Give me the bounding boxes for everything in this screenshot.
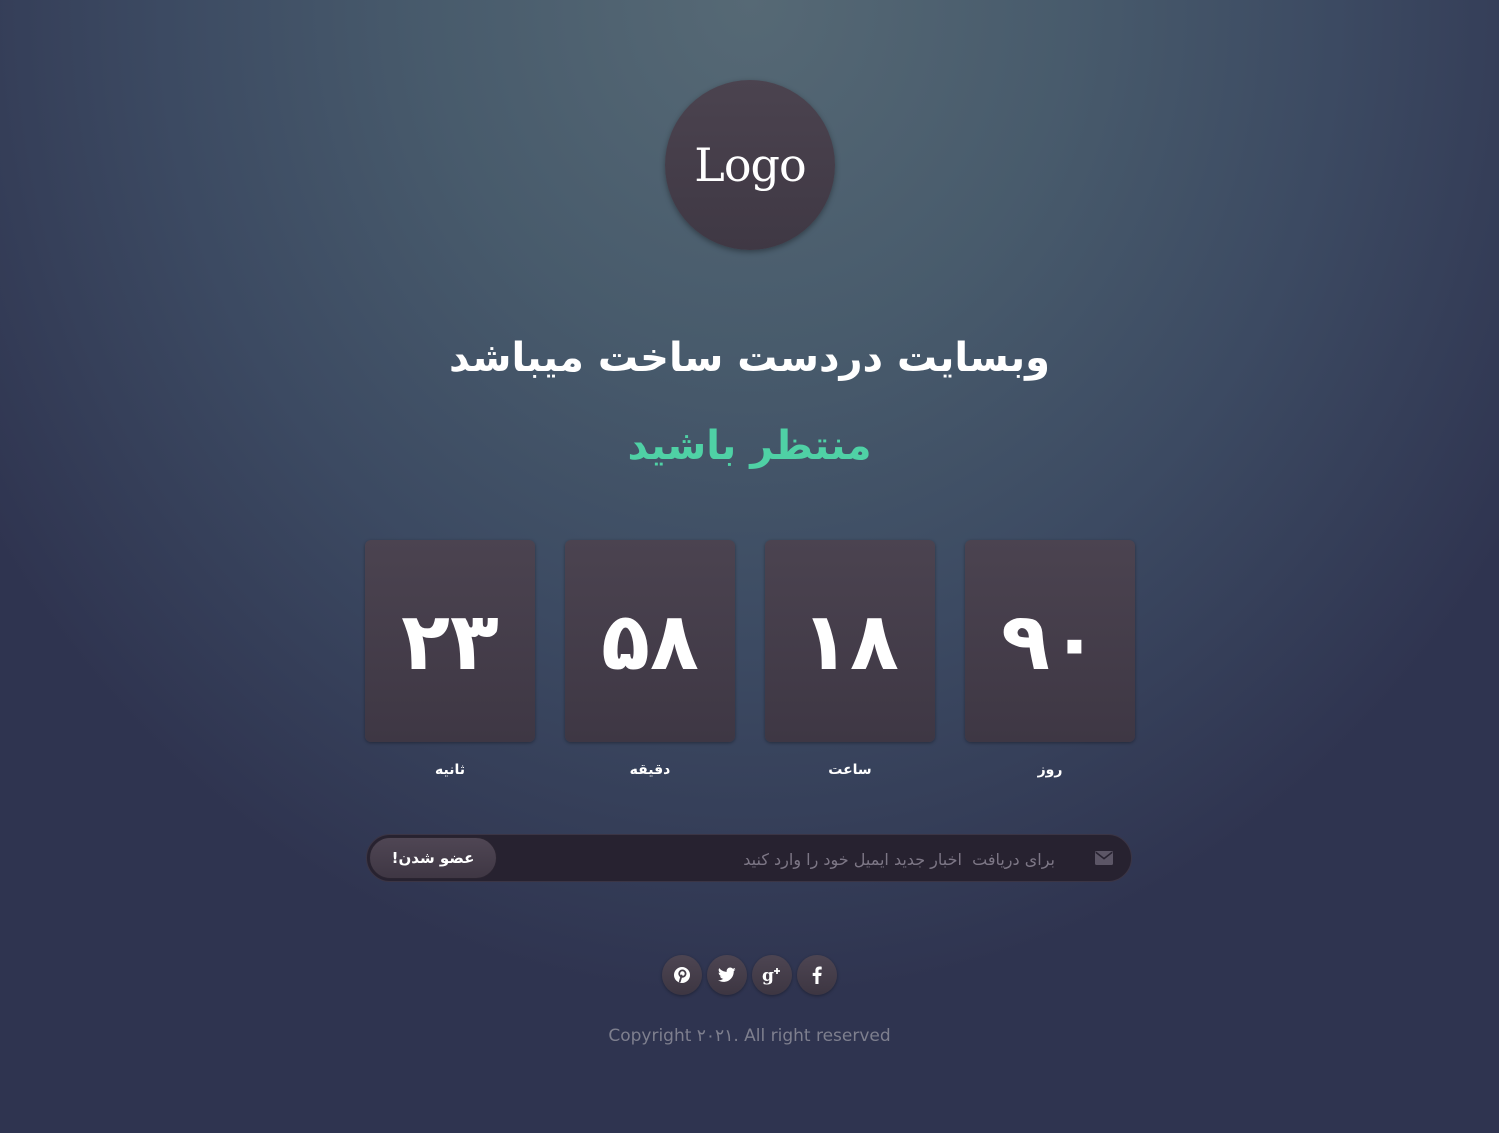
countdown-days-value: ۹۰ bbox=[1001, 594, 1099, 688]
countdown-seconds-tile: ۲۳ bbox=[365, 540, 535, 742]
email-input[interactable] bbox=[517, 843, 1057, 875]
countdown-hours-value: ۱۸ bbox=[801, 594, 899, 688]
logo: Logo bbox=[665, 80, 835, 250]
twitter-button[interactable] bbox=[707, 955, 747, 995]
pinterest-button[interactable] bbox=[662, 955, 702, 995]
countdown-seconds-label: ثانیه bbox=[435, 762, 465, 778]
svg-text:g: g bbox=[762, 966, 774, 985]
google-plus-button[interactable]: g bbox=[752, 955, 792, 995]
countdown-minutes-value: ۵۸ bbox=[601, 594, 699, 688]
subscribe-form: عضو شدن! bbox=[366, 834, 1132, 882]
copyright-text: Copyright ۲۰۲۱. All right reserved bbox=[608, 1026, 891, 1046]
countdown-minutes-label: دقیقه bbox=[629, 762, 671, 778]
countdown-seconds-value: ۲۳ bbox=[401, 594, 499, 688]
envelope-icon bbox=[1095, 851, 1113, 865]
twitter-icon bbox=[718, 967, 736, 982]
logo-text: Logo bbox=[694, 138, 806, 192]
countdown-days-label: روز bbox=[1037, 762, 1063, 778]
countdown-hours-tile: ۱۸ bbox=[765, 540, 935, 742]
page-title: وبسایت دردست ساخت میباشد bbox=[449, 335, 1050, 381]
countdown-hours-label: ساعت bbox=[828, 762, 872, 778]
countdown-minutes-tile: ۵۸ bbox=[565, 540, 735, 742]
countdown-days-tile: ۹۰ bbox=[965, 540, 1135, 742]
pinterest-icon bbox=[674, 967, 690, 983]
google-plus-icon: g bbox=[762, 966, 780, 985]
join-button-label: عضو شدن! bbox=[391, 849, 475, 867]
page-subtitle: منتظر باشید bbox=[627, 423, 872, 469]
facebook-button[interactable] bbox=[797, 955, 837, 995]
facebook-icon bbox=[812, 966, 822, 984]
join-button[interactable]: عضو شدن! bbox=[369, 837, 497, 879]
